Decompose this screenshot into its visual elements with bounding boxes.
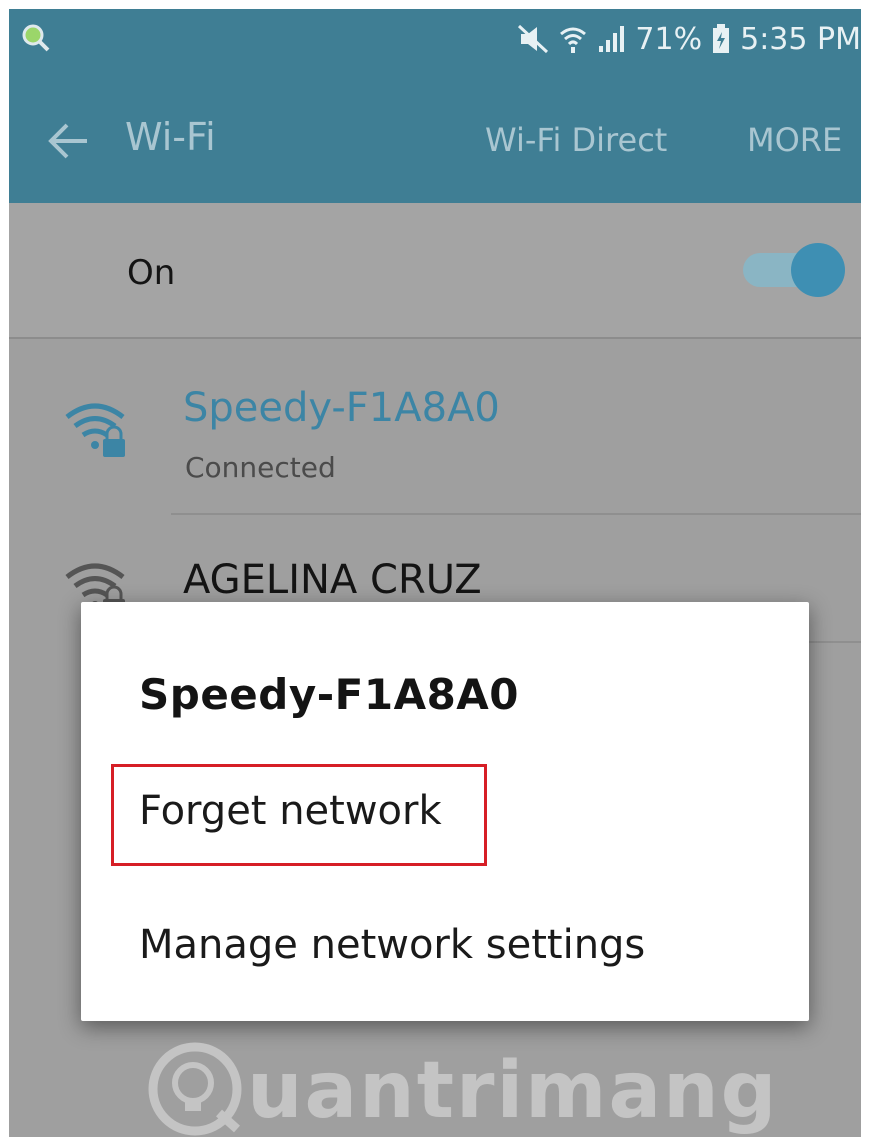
more-button[interactable]: MORE <box>747 121 842 159</box>
wifi-locked-icon <box>61 391 131 465</box>
wifi-toggle-row[interactable]: On <box>9 203 861 339</box>
watermark: uantrimang <box>147 1041 778 1137</box>
network-ssid: Speedy-F1A8A0 <box>183 385 500 431</box>
wifi-signal-icon <box>559 24 587 54</box>
battery-percent: 71% <box>635 21 703 57</box>
wifi-toggle-switch[interactable] <box>791 243 845 297</box>
back-arrow-icon[interactable] <box>45 117 93 165</box>
page-title: Wi-Fi <box>125 115 216 159</box>
cell-signal-icon <box>597 24 625 54</box>
app-bar: Wi-Fi Wi-Fi Direct MORE <box>9 71 861 203</box>
network-status: Connected <box>185 451 336 484</box>
phone-screen: 71% 5:35 PM Wi-Fi Wi-Fi Direct MORE On S… <box>9 9 861 1137</box>
lightbulb-logo-icon <box>147 1041 243 1137</box>
status-bar: 71% 5:35 PM <box>9 9 861 71</box>
manage-network-settings-option[interactable]: Manage network settings <box>139 922 645 968</box>
clock: 5:35 PM <box>740 21 861 57</box>
mute-icon <box>517 24 549 54</box>
search-icon <box>21 23 51 57</box>
divider <box>171 513 861 515</box>
network-ssid: AGELINA CRUZ <box>183 557 482 603</box>
dialog-title: Speedy-F1A8A0 <box>139 670 520 719</box>
highlight-box <box>111 764 487 866</box>
wifi-toggle-label: On <box>127 253 176 293</box>
battery-charging-icon <box>712 24 730 54</box>
watermark-text: uantrimang <box>247 1046 779 1136</box>
network-options-dialog: Speedy-F1A8A0 Forget network Manage netw… <box>81 602 809 1021</box>
network-item-speedy[interactable]: Speedy-F1A8A0 Connected <box>9 339 861 519</box>
wifi-direct-button[interactable]: Wi-Fi Direct <box>485 121 667 159</box>
